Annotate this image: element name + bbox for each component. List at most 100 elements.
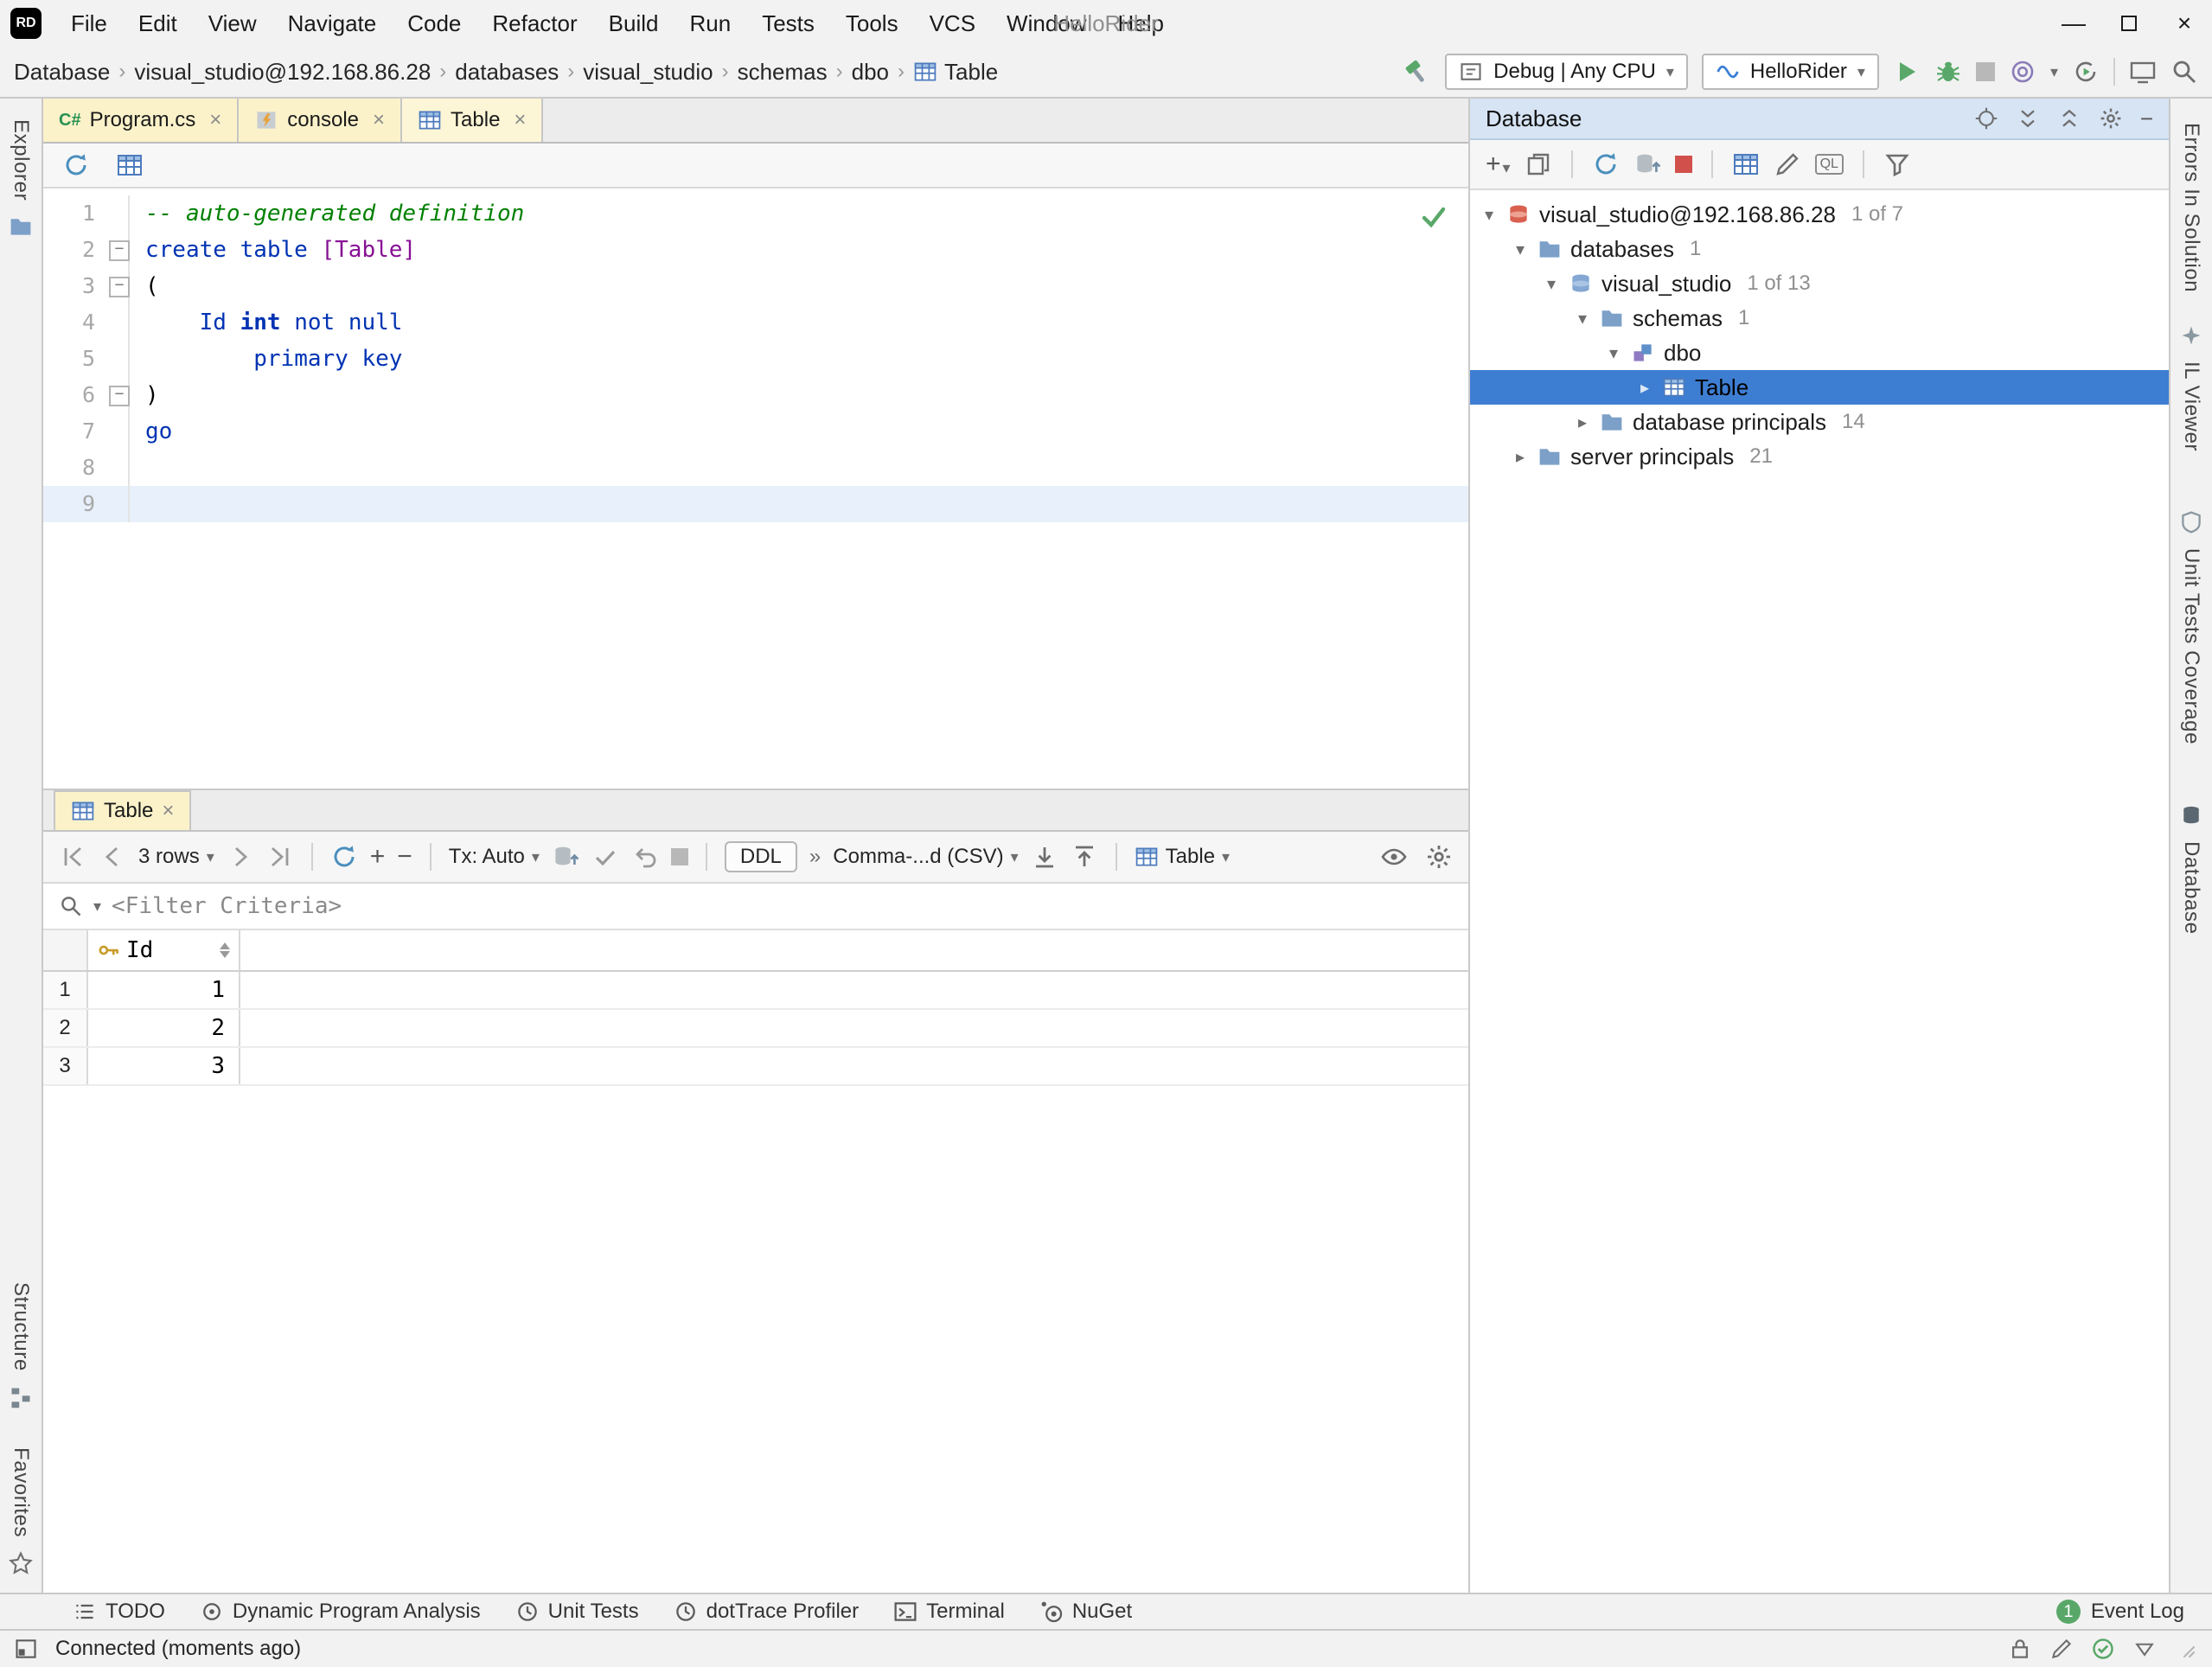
menu-navigate[interactable]: Navigate [272,0,393,47]
delete-row-icon[interactable]: − [397,844,412,870]
table-panel-tab[interactable]: Table × [54,790,192,830]
tree-node-dbo[interactable]: ▾ dbo [1470,335,2169,370]
code-line-3[interactable]: 3( [43,268,1468,304]
chevron-down-icon[interactable]: ▾ [93,897,101,916]
run-button[interactable] [1893,58,1921,86]
toolwindow-terminal[interactable]: Terminal [876,1594,1022,1629]
cell-id[interactable]: 3 [88,1048,240,1084]
collapse-all-icon[interactable] [2057,106,2081,131]
table-row[interactable]: 11 [43,972,1468,1010]
toolwindow-nuget[interactable]: NuGet [1022,1594,1149,1629]
page-size-selector[interactable]: 3 rows ▾ [138,845,214,869]
submit-db-icon[interactable] [552,843,579,871]
commit-icon[interactable] [591,843,619,871]
export-data-icon[interactable] [1031,843,1058,871]
menu-tests[interactable]: Tests [746,0,830,47]
toolwindow-il-viewer[interactable]: IL Viewer [2179,361,2203,451]
toolwindow-unit-tests-coverage[interactable]: Unit Tests Coverage [2179,548,2203,744]
code-line-4[interactable]: 4 Id int not null [43,304,1468,341]
database-stack-icon[interactable] [2179,803,2203,827]
chevron-expanded-icon[interactable]: ▾ [1574,308,1591,329]
reload-data-icon[interactable] [330,843,358,871]
last-page-icon[interactable] [266,843,294,871]
minimize-button[interactable]: — [2046,0,2101,47]
hide-panel-icon[interactable]: − [2140,105,2153,132]
il-viewer-icon[interactable] [2179,323,2203,348]
column-header-id[interactable]: Id [88,930,240,970]
expand-all-icon[interactable] [2016,106,2040,131]
structure-icon[interactable] [9,1385,33,1409]
search-everywhere-icon[interactable] [2170,58,2198,86]
chevron-expanded-icon[interactable]: ▾ [1480,204,1498,226]
chevron-collapsed-icon[interactable]: ▸ [1574,412,1591,433]
sort-icon[interactable] [220,942,230,958]
cancel-query-icon[interactable] [670,848,688,865]
attach-to-process-icon[interactable] [2129,58,2157,86]
code-line-9[interactable]: 9 [43,486,1468,522]
ddl-button[interactable]: DDL [724,841,797,872]
tab-table[interactable]: Table × [402,99,544,142]
maximize-button[interactable] [2101,0,2157,47]
breadcrumb-table[interactable]: Table [913,59,998,86]
cell-id[interactable]: 1 [88,972,240,1008]
close-icon[interactable]: × [209,108,221,132]
table-row[interactable]: 22 [43,1010,1468,1048]
import-data-icon[interactable] [1071,843,1098,871]
star-icon[interactable] [9,1551,33,1575]
submit-ddl-icon[interactable] [1633,150,1661,178]
breadcrumb-dbo[interactable]: dbo [852,59,889,86]
more-actions-icon[interactable]: » [809,845,821,869]
tab-console[interactable]: console × [239,99,403,142]
rollback-icon[interactable] [631,843,659,871]
locate-object-icon[interactable] [1974,106,1998,131]
lock-icon[interactable] [2008,1637,2032,1661]
toolwindow-todo[interactable]: TODO [55,1594,182,1629]
breadcrumb-schemas[interactable]: schemas [738,59,828,86]
toolwindow-toggle-icon[interactable] [14,1637,38,1661]
code-line-5[interactable]: 5 primary key [43,341,1468,377]
duplicate-icon[interactable] [1525,150,1552,178]
menu-build[interactable]: Build [593,0,674,47]
inspections-ok-icon[interactable] [1420,202,1448,230]
tree-node-table[interactable]: ▸ Table [1470,370,2169,405]
run-target-selector[interactable]: HelloRider ▾ [1701,54,1879,90]
toolwindow-dottrace-profiler[interactable]: dotTrace Profiler [656,1594,877,1629]
table-row[interactable]: 33 [43,1048,1468,1086]
stop-button[interactable] [1975,62,1995,81]
stop-connection-icon[interactable] [1674,156,1692,173]
inspections-status-icon[interactable] [2091,1637,2115,1661]
query-console-icon[interactable]: QL [1814,154,1844,175]
menu-file[interactable]: File [55,0,123,47]
add-data-source-button[interactable]: + ▾ [1486,151,1511,177]
breadcrumb-databases[interactable]: databases [455,59,559,86]
search-icon[interactable] [59,894,83,918]
breadcrumb-visual-studio[interactable]: visual_studio [583,59,713,86]
fold-marker[interactable] [105,268,130,304]
gear-icon[interactable] [1425,843,1453,871]
code-line-1[interactable]: 1 -- auto-generated definition [43,195,1468,232]
tree-node-visual-studio-192-168-86-28[interactable]: ▾ visual_studio@192.168.86.28 1 of 7 [1470,197,2169,232]
solution-config-selector[interactable]: Debug | Any CPU ▾ [1445,54,1688,90]
close-icon[interactable]: × [373,108,385,132]
next-page-icon[interactable] [227,843,254,871]
coverage-shield-icon[interactable] [2179,510,2203,534]
chevron-expanded-icon[interactable]: ▾ [1543,273,1560,295]
menu-refactor[interactable]: Refactor [476,0,592,47]
menu-view[interactable]: View [193,0,272,47]
breadcrumb-database[interactable]: Database [14,59,110,86]
gear-icon[interactable] [2099,106,2123,131]
chevron-expanded-icon[interactable]: ▾ [1605,342,1622,364]
tree-node-visual-studio[interactable]: ▾ visual_studio 1 of 13 [1470,266,2169,301]
eye-icon[interactable] [1380,843,1408,871]
filter-criteria-input[interactable]: <Filter Criteria> [112,893,342,919]
export-format-selector[interactable]: Comma-...d (CSV) ▾ [833,845,1018,869]
coverage-icon[interactable] [2009,58,2036,86]
tree-node-database-principals[interactable]: ▸ database principals 14 [1470,405,2169,439]
filter-icon[interactable] [1883,150,1911,178]
toolwindow-database[interactable]: Database [2179,841,2203,935]
code-line-7[interactable]: 7 go [43,413,1468,450]
build-hammer-icon[interactable] [1403,58,1431,86]
toolwindow-errors-in-solution[interactable]: Errors In Solution [2179,123,2203,292]
tree-node-schemas[interactable]: ▾ schemas 1 [1470,301,2169,335]
close-icon[interactable]: × [514,108,526,132]
